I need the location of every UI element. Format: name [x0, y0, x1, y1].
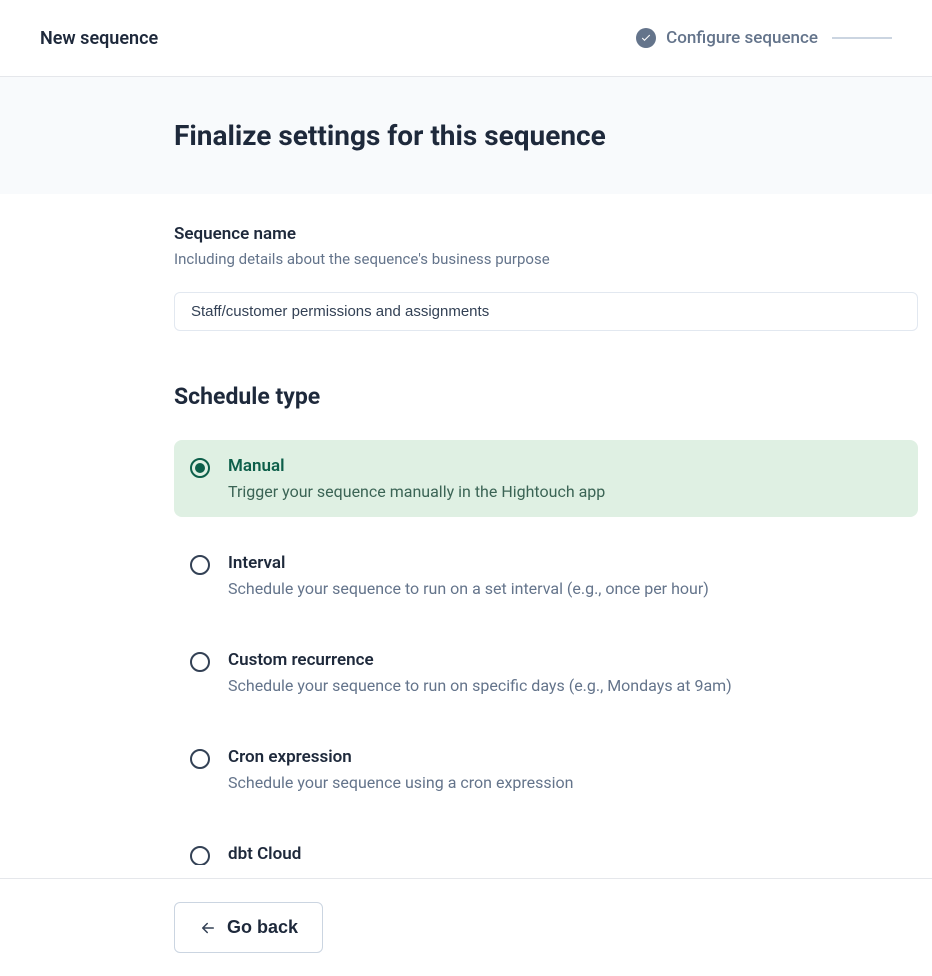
sequence-name-input[interactable] [174, 292, 918, 331]
page-title: New sequence [40, 28, 158, 49]
radio-icon [190, 458, 210, 478]
schedule-option-custom-recurrence[interactable]: Custom recurrence Schedule your sequence … [174, 634, 918, 711]
schedule-option-manual[interactable]: Manual Trigger your sequence manually in … [174, 440, 918, 517]
radio-icon [190, 555, 210, 575]
radio-icon [190, 846, 210, 865]
stepper-connector [832, 37, 892, 39]
schedule-option-desc: Schedule your sequence using a cron expr… [228, 773, 573, 792]
banner-title: Finalize settings for this sequence [174, 119, 892, 152]
sequence-name-label: Sequence name [174, 224, 918, 244]
check-icon [636, 28, 656, 48]
go-back-button[interactable]: Go back [174, 902, 323, 953]
stepper-step-label: Configure sequence [666, 28, 818, 48]
banner: Finalize settings for this sequence [0, 77, 932, 194]
radio-icon [190, 652, 210, 672]
schedule-type-heading: Schedule type [174, 383, 918, 410]
schedule-option-cron-expression[interactable]: Cron expression Schedule your sequence us… [174, 731, 918, 808]
schedule-type-radio-group: Manual Trigger your sequence manually in … [174, 440, 918, 865]
schedule-option-desc: Trigger your sequence manually in the Hi… [228, 482, 605, 501]
stepper-step-configure[interactable]: Configure sequence [636, 28, 818, 48]
footer-bar: Go back [0, 878, 932, 976]
schedule-option-desc: Schedule your sequence to run on a set i… [228, 579, 709, 598]
radio-icon [190, 749, 210, 769]
schedule-option-title: dbt Cloud [228, 844, 737, 864]
schedule-option-title: Manual [228, 456, 605, 476]
arrow-left-icon [199, 919, 217, 937]
sequence-name-section: Sequence name Including details about th… [174, 224, 918, 331]
go-back-label: Go back [227, 917, 298, 938]
top-bar: New sequence Configure sequence [0, 0, 932, 77]
schedule-option-title: Custom recurrence [228, 650, 732, 670]
schedule-option-title: Cron expression [228, 747, 573, 767]
schedule-option-desc: Schedule your sequence to run on specifi… [228, 676, 732, 695]
schedule-option-interval[interactable]: Interval Schedule your sequence to run on… [174, 537, 918, 614]
schedule-option-dbt-cloud[interactable]: dbt CloudAutomatically trigger your sequ… [174, 828, 918, 865]
sequence-name-sublabel: Including details about the sequence's b… [174, 250, 918, 268]
stepper: Configure sequence [636, 28, 892, 48]
content-area: Sequence name Including details about th… [0, 194, 932, 865]
schedule-option-title: Interval [228, 553, 709, 573]
